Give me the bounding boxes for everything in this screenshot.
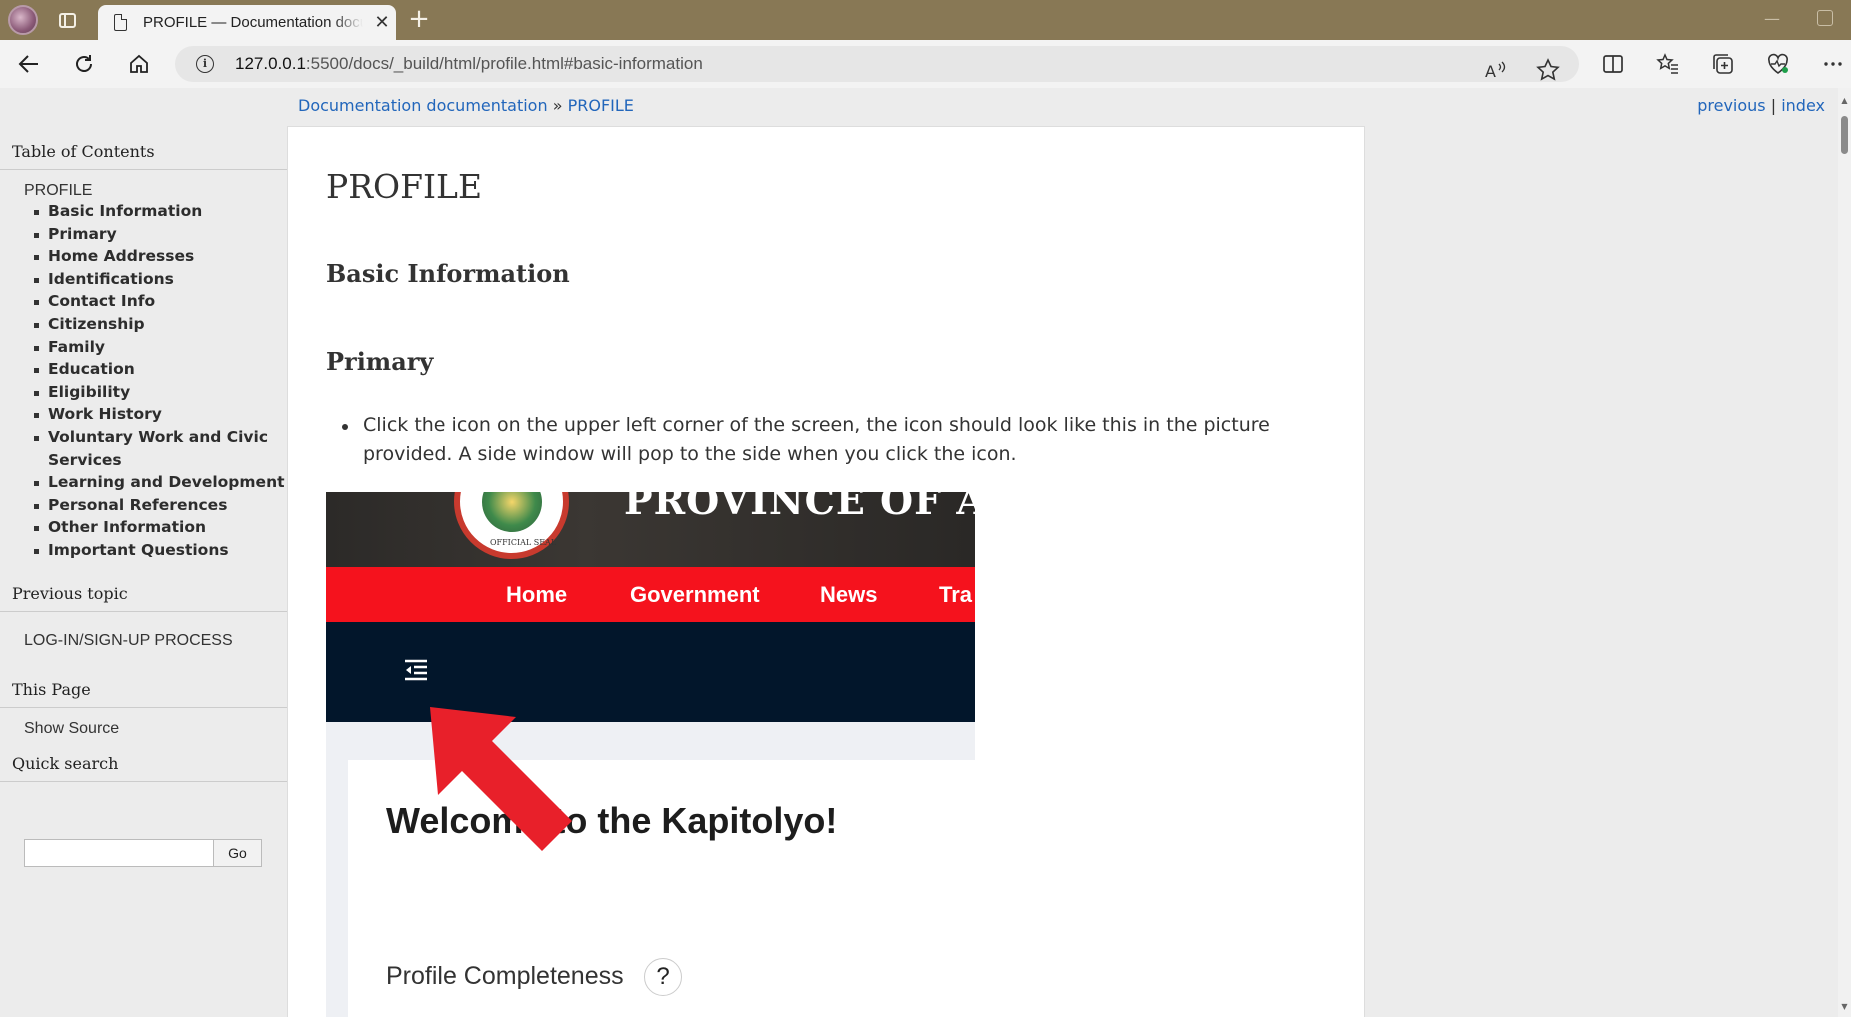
quick-search-heading: Quick search xyxy=(0,750,287,782)
toc-item-voluntary-work[interactable]: Voluntary Work and Civic Services xyxy=(31,426,287,471)
screenshot-nav-news: News xyxy=(820,582,878,607)
previous-topic-heading: Previous topic xyxy=(0,570,287,612)
page-viewport: Documentation documentation » PROFILE pr… xyxy=(0,88,1838,1017)
related-separator: | xyxy=(1765,96,1777,115)
page-title: PROFILE xyxy=(326,167,483,206)
show-source-link[interactable]: Show Source xyxy=(0,708,287,750)
section-heading-primary: Primary xyxy=(326,347,434,376)
profile-avatar[interactable] xyxy=(8,5,38,35)
tab-actions-icon[interactable] xyxy=(56,9,78,31)
quick-search-input[interactable] xyxy=(24,839,214,867)
section-heading-basic-information: Basic Information xyxy=(326,259,570,288)
page-scrollbar[interactable]: ▲ ▼ xyxy=(1838,88,1851,1017)
screenshot-nav-home: Home xyxy=(506,582,568,607)
screenshot-nav-government: Government xyxy=(630,582,760,607)
toc-item-personal-references[interactable]: Personal References xyxy=(31,494,287,517)
back-arrow-icon xyxy=(18,55,38,73)
favorite-star-icon[interactable] xyxy=(1536,58,1560,82)
breadcrumb: Documentation documentation » PROFILE xyxy=(298,96,634,115)
screenshot-dark-bar xyxy=(326,622,975,722)
back-button[interactable] xyxy=(13,48,45,80)
home-icon xyxy=(130,54,148,73)
more-menu-icon[interactable] xyxy=(1821,52,1845,76)
window-restore-button[interactable] xyxy=(1817,10,1833,26)
toc-list: Basic Information Primary Home Addresses… xyxy=(0,200,287,570)
url-text[interactable]: 127.0.0.1:5500/docs/_build/html/profile.… xyxy=(235,54,703,74)
toc-item-contact-info[interactable]: Contact Info xyxy=(31,290,287,313)
document-body: PROFILE Basic Information Primary Click … xyxy=(287,126,1365,1017)
toc-item-primary[interactable]: Primary xyxy=(31,223,287,246)
help-question-icon: ? xyxy=(644,958,682,996)
collections-icon[interactable] xyxy=(1711,52,1735,76)
toc-item-learning-development[interactable]: Learning and Development xyxy=(31,471,287,494)
address-bar[interactable]: i 127.0.0.1:5500/docs/_build/html/profil… xyxy=(175,46,1579,82)
toc-heading: Table of Contents xyxy=(0,128,287,170)
quick-search-form: Go xyxy=(24,839,262,867)
home-button[interactable] xyxy=(123,48,155,80)
toc-item-eligibility[interactable]: Eligibility xyxy=(31,381,287,404)
browser-tab-active[interactable]: PROFILE — Documentation documentation ✕ xyxy=(98,5,396,40)
breadcrumb-root-link[interactable]: Documentation documentation xyxy=(298,96,548,115)
previous-link[interactable]: previous xyxy=(1697,96,1765,115)
search-go-button[interactable]: Go xyxy=(213,839,262,867)
scrollbar-thumb[interactable] xyxy=(1841,116,1848,154)
toc-item-work-history[interactable]: Work History xyxy=(31,403,287,426)
toc-item-citizenship[interactable]: Citizenship xyxy=(31,313,287,336)
breadcrumb-separator: » xyxy=(547,96,568,115)
tab-close-icon[interactable]: ✕ xyxy=(370,11,394,35)
screenshot-profile-completeness: Profile Completeness xyxy=(386,962,624,990)
red-pointer-arrow-icon xyxy=(430,707,572,851)
svg-text:A: A xyxy=(1485,62,1496,81)
instruction-bullet: Click the icon on the upper left corner … xyxy=(338,411,1328,469)
previous-topic-link[interactable]: LOG-IN/SIGN-UP PROCESS xyxy=(0,612,287,666)
favorites-icon[interactable] xyxy=(1656,52,1680,76)
split-screen-icon[interactable] xyxy=(1601,52,1625,76)
toc-root-link[interactable]: PROFILE xyxy=(0,170,287,200)
menu-collapse-icon xyxy=(405,659,427,681)
tab-title: PROFILE — Documentation documentation xyxy=(143,14,363,31)
scroll-up-icon[interactable]: ▲ xyxy=(1840,96,1849,105)
province-title: PROVINCE OF AG xyxy=(624,492,975,523)
instruction-screenshot: OFFICIAL SEAL PROVINCE OF AG Home Govern… xyxy=(326,492,975,1017)
toc-item-other-information[interactable]: Other Information xyxy=(31,516,287,539)
reload-icon xyxy=(76,55,92,72)
page-icon xyxy=(114,14,127,31)
read-aloud-icon[interactable]: A xyxy=(1483,58,1507,82)
toc-item-identifications[interactable]: Identifications xyxy=(31,268,287,291)
browser-toolbar: i 127.0.0.1:5500/docs/_build/html/profil… xyxy=(0,40,1851,88)
screenshot-nav-bar: Home Government News Tra xyxy=(326,567,975,622)
reload-button[interactable] xyxy=(68,48,100,80)
toc-item-basic-information[interactable]: Basic Information xyxy=(31,200,287,223)
breadcrumb-current-link[interactable]: PROFILE xyxy=(568,96,634,115)
toc-item-important-questions[interactable]: Important Questions xyxy=(31,539,287,562)
site-info-icon[interactable]: i xyxy=(196,55,214,73)
browser-tab-bar: PROFILE — Documentation documentation ✕ … xyxy=(0,0,1851,40)
window-minimize-button[interactable]: — xyxy=(1760,9,1784,29)
toc-item-family[interactable]: Family xyxy=(31,336,287,359)
browser-essentials-icon[interactable] xyxy=(1766,52,1790,76)
index-link[interactable]: index xyxy=(1781,96,1825,115)
toc-item-home-addresses[interactable]: Home Addresses xyxy=(31,245,287,268)
screenshot-nav-truncated: Tra xyxy=(939,582,973,607)
this-page-heading: This Page xyxy=(0,666,287,708)
related-nav: previous | index xyxy=(1697,96,1825,115)
toc-item-education[interactable]: Education xyxy=(31,358,287,381)
new-tab-button[interactable]: + xyxy=(405,6,433,34)
seal-text: OFFICIAL SEAL xyxy=(490,538,557,547)
scroll-down-icon[interactable]: ▼ xyxy=(1840,1002,1849,1011)
sidebar: Table of Contents PROFILE Basic Informat… xyxy=(0,128,287,782)
